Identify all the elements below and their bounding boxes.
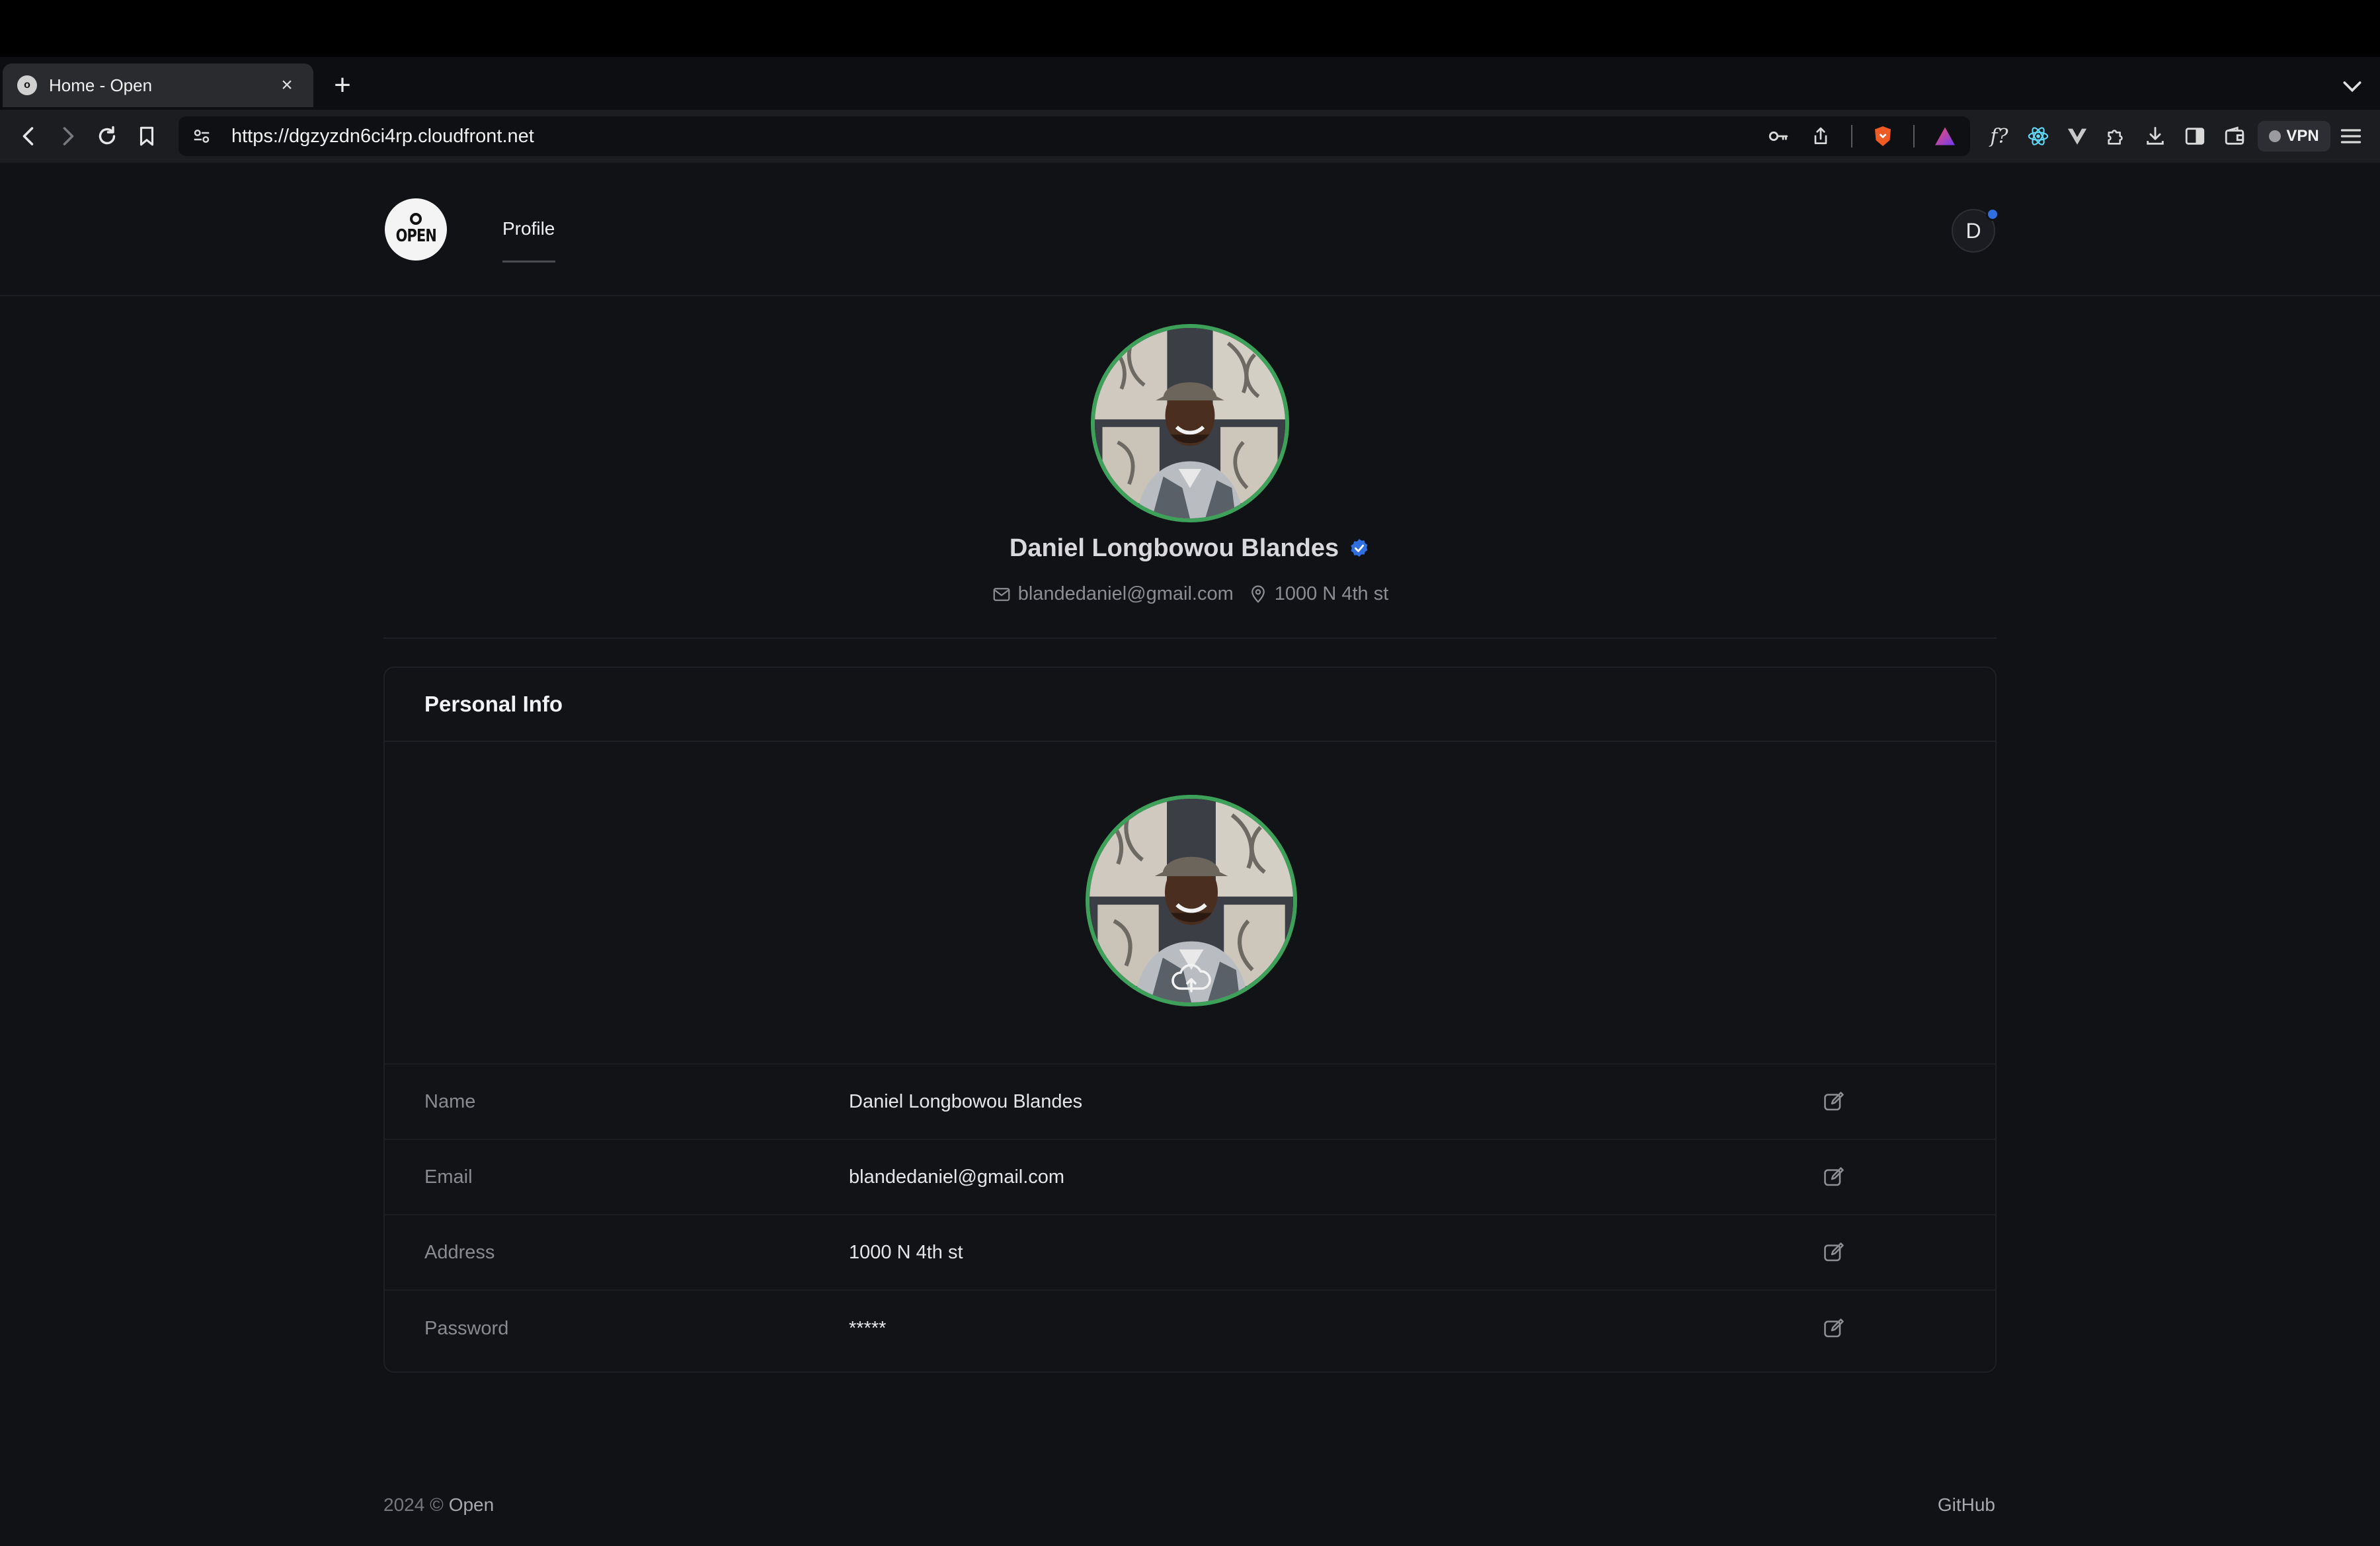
edit-icon[interactable] bbox=[1821, 1239, 1847, 1266]
tab-strip: o Home - Open × + bbox=[0, 57, 2380, 110]
footer-year: 2024 © bbox=[383, 1494, 444, 1515]
row-value: ***** bbox=[849, 1317, 887, 1339]
brave-rewards-icon[interactable] bbox=[1933, 124, 1957, 148]
cloud-upload-icon[interactable] bbox=[1170, 961, 1212, 995]
share-icon[interactable] bbox=[1809, 124, 1833, 148]
site-settings-icon[interactable] bbox=[192, 125, 214, 147]
forward-arrow-icon[interactable] bbox=[53, 122, 82, 151]
vpn-button[interactable]: VPN bbox=[2258, 121, 2330, 151]
address-bar[interactable]: https://dgzyzdn6ci4rp.cloudfront.net bbox=[178, 116, 1970, 156]
reload-icon[interactable] bbox=[93, 122, 122, 151]
vue-devtools-icon[interactable] bbox=[2064, 123, 2090, 149]
sidebar-icon[interactable] bbox=[2182, 123, 2208, 149]
download-icon[interactable] bbox=[2142, 123, 2168, 149]
profile-name-row: Daniel Longbowou Blandes bbox=[0, 534, 2380, 563]
footer-github-link[interactable]: GitHub bbox=[1938, 1494, 1995, 1516]
footer-copyright: 2024 © Open bbox=[383, 1494, 494, 1516]
back-arrow-icon[interactable] bbox=[15, 122, 44, 151]
wallet-icon[interactable] bbox=[2221, 123, 2248, 149]
browser-tab-active[interactable]: o Home - Open × bbox=[3, 63, 313, 107]
profile-address-text: 1000 N 4th st bbox=[1274, 583, 1389, 604]
info-row-password: Password ***** bbox=[385, 1291, 1995, 1366]
url-separator bbox=[1851, 125, 1852, 147]
edit-icon[interactable] bbox=[1821, 1164, 1847, 1190]
info-row-name: Name Daniel Longbowou Blandes bbox=[385, 1065, 1995, 1140]
tab-title: Home - Open bbox=[49, 75, 153, 95]
logo-text: OPEN bbox=[395, 226, 436, 246]
key-icon[interactable] bbox=[1766, 124, 1790, 148]
bookmark-icon[interactable] bbox=[132, 122, 161, 151]
page: OPEN Profile D Daniel Longbowou Blandes bbox=[0, 163, 2380, 1546]
info-row-email: Email blandedaniel@gmail.com bbox=[385, 1140, 1995, 1215]
site-header: OPEN Profile D bbox=[0, 163, 2380, 296]
edit-icon[interactable] bbox=[1821, 1315, 1847, 1342]
new-tab-plus-icon[interactable]: + bbox=[329, 69, 356, 102]
logo-ring-icon bbox=[410, 213, 422, 225]
window-titlebar bbox=[0, 0, 2380, 57]
menu-hamburger-icon[interactable] bbox=[2338, 123, 2364, 149]
profile-email: blandedaniel@gmail.com bbox=[992, 583, 1234, 605]
row-value: Daniel Longbowou Blandes bbox=[849, 1090, 1083, 1112]
profile-meta: blandedaniel@gmail.com 1000 N 4th st bbox=[0, 583, 2380, 605]
row-value: 1000 N 4th st bbox=[849, 1241, 963, 1263]
browser-toolbar: https://dgzyzdn6ci4rp.cloudfront.net f? bbox=[0, 110, 2380, 163]
nav-link-profile[interactable]: Profile bbox=[502, 218, 555, 239]
card-title: Personal Info bbox=[424, 692, 563, 716]
card-header: Personal Info bbox=[385, 668, 1995, 742]
row-label: Address bbox=[424, 1241, 495, 1263]
notification-badge bbox=[1986, 208, 1999, 221]
row-label: Password bbox=[424, 1317, 509, 1339]
vpn-status-icon bbox=[2269, 130, 2281, 142]
row-value: blandedaniel@gmail.com bbox=[849, 1166, 1065, 1188]
verified-badge-icon bbox=[1351, 538, 1368, 557]
row-label: Email bbox=[424, 1166, 473, 1188]
react-devtools-icon[interactable] bbox=[2025, 123, 2051, 149]
vpn-label: VPN bbox=[2286, 127, 2319, 145]
profile-name: Daniel Longbowou Blandes bbox=[1009, 534, 1339, 562]
brave-shields-icon[interactable] bbox=[1871, 124, 1895, 148]
photo-upload-area bbox=[385, 742, 1995, 1065]
open-logo-icon: o bbox=[17, 75, 37, 95]
row-label: Name bbox=[424, 1090, 476, 1112]
url-text: https://dgzyzdn6ci4rp.cloudfront.net bbox=[231, 125, 534, 147]
profile-email-text: blandedaniel@gmail.com bbox=[1017, 583, 1234, 604]
personal-info-card: Personal Info Name Daniel Longbowou Blan… bbox=[383, 667, 1997, 1373]
divider bbox=[383, 637, 1997, 639]
profile-photo bbox=[1091, 324, 1289, 522]
chevron-down-icon[interactable] bbox=[2339, 73, 2365, 99]
profile-address: 1000 N 4th st bbox=[1248, 583, 1389, 605]
mail-icon bbox=[993, 587, 1010, 601]
nav-active-indicator bbox=[502, 261, 555, 263]
info-row-address: Address 1000 N 4th st bbox=[385, 1215, 1995, 1291]
open-logo[interactable]: OPEN bbox=[385, 198, 447, 261]
edit-icon[interactable] bbox=[1821, 1088, 1847, 1115]
location-pin-icon bbox=[1251, 585, 1265, 603]
url-separator bbox=[1913, 125, 1915, 147]
formula-extension-icon[interactable]: f? bbox=[1986, 123, 2012, 149]
close-icon[interactable]: × bbox=[275, 74, 299, 97]
extensions-puzzle-icon[interactable] bbox=[2103, 123, 2129, 149]
footer-brand-link[interactable]: Open bbox=[449, 1494, 495, 1515]
